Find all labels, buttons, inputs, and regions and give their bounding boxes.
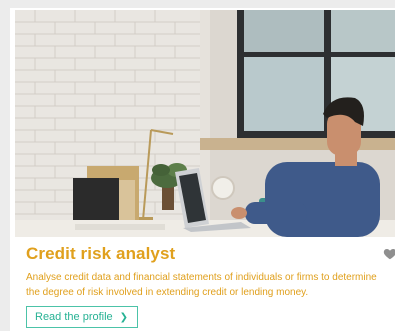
hero-image xyxy=(15,10,395,237)
description-line: Analyse credit data and financial statem… xyxy=(26,272,377,283)
chevron-right-icon: ❯ xyxy=(119,311,129,323)
heart-icon[interactable] xyxy=(383,247,395,261)
description-line: the degree of risk involved in extending… xyxy=(26,286,309,298)
title-row: Credit risk analyst xyxy=(26,244,395,268)
career-card[interactable]: Credit risk analyst Analyse credit data … xyxy=(10,8,395,331)
job-description: Analyse credit data and financial statem… xyxy=(26,271,395,300)
read-profile-label: Read the profile xyxy=(35,311,113,323)
read-profile-button[interactable]: Read the profile ❯ xyxy=(26,306,139,328)
job-title: Credit risk analyst xyxy=(26,244,176,263)
